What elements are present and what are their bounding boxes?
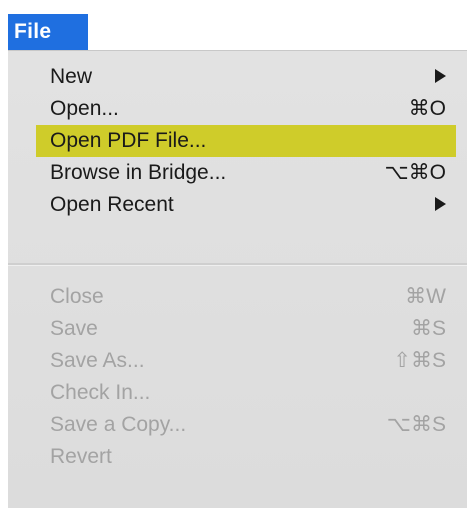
menu-item-save-a-copy: Save a Copy... ⌥⌘S [8, 409, 467, 441]
file-menu-label: File [14, 20, 52, 43]
menu-item-label: Open PDF File... [50, 129, 207, 152]
menu-item-label: Check In... [50, 381, 151, 404]
file-dropdown-menu: New Open... ⌘O Open PDF File... Browse i… [8, 50, 467, 508]
menu-item-label: Save [50, 317, 98, 340]
menu-item-shortcut: ⌥⌘O [384, 161, 446, 184]
menu-item-close: Close ⌘W [8, 281, 467, 313]
menu-item-new[interactable]: New [8, 61, 467, 93]
menu-item-label: Close [50, 285, 104, 308]
menu-item-shortcut: ⇧⌘S [393, 349, 446, 372]
menu-item-save-as: Save As... ⇧⌘S [8, 345, 467, 377]
menu-item-shortcut: ⌥⌘S [386, 413, 446, 436]
menu-item-open-pdf-file[interactable]: Open PDF File... [36, 125, 456, 157]
file-menu-title[interactable]: File [8, 14, 88, 50]
menu-item-label: New [50, 65, 93, 88]
menu-item-shortcut: ⌘S [410, 317, 446, 340]
menu-item-shortcut: ⌘W [405, 285, 446, 308]
menu-item-label: Save a Copy... [50, 413, 187, 436]
screenshot-stage: File New Open... ⌘O Open PDF File... Bro… [0, 0, 467, 508]
menu-item-revert: Revert [8, 441, 467, 473]
menu-item-open-recent[interactable]: Open Recent [8, 189, 467, 221]
submenu-arrow-icon [435, 61, 446, 93]
menu-item-browse-in-bridge[interactable]: Browse in Bridge... ⌥⌘O [8, 157, 467, 189]
menu-item-shortcut: ⌘O [408, 97, 446, 120]
submenu-arrow-icon [435, 189, 446, 221]
menu-item-label: Open... [50, 97, 119, 120]
menu-item-label: Browse in Bridge... [50, 161, 227, 184]
menu-separator [8, 263, 467, 266]
menu-item-open[interactable]: Open... ⌘O [8, 93, 467, 125]
menu-item-save: Save ⌘S [8, 313, 467, 345]
menu-item-check-in: Check In... [8, 377, 467, 409]
menu-item-label: Open Recent [50, 193, 174, 216]
menu-item-label: Save As... [50, 349, 145, 372]
menu-item-label: Revert [50, 445, 112, 468]
